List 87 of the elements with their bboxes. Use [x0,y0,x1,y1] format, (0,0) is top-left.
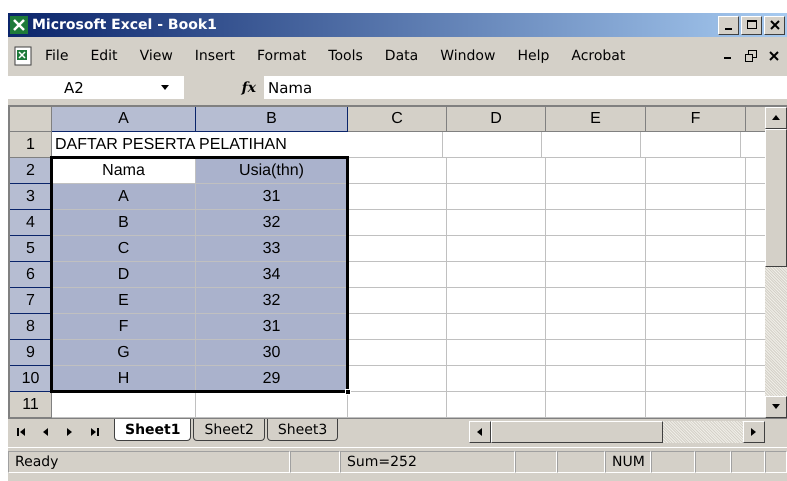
table-cell: 30 [196,340,348,366]
minimize-icon [725,28,732,30]
table-cell: C [52,236,196,262]
column-header[interactable]: C [348,107,447,132]
scroll-thumb[interactable] [491,420,663,442]
maximize-button[interactable] [741,16,762,34]
menu-item[interactable]: Help [506,48,560,64]
scroll-up-button[interactable] [765,107,787,129]
num-lock-indicator: NUM [605,450,651,472]
left-arrow-icon [475,426,485,436]
table-cell: H [52,366,196,392]
row-header[interactable]: 11 [10,392,52,418]
menu-item[interactable]: Insert [184,48,246,64]
status-panel [557,450,605,472]
table-cell: Usia(thn) [196,158,348,184]
close-icon [770,20,780,30]
sheet-tab[interactable]: Sheet3 [266,419,338,441]
menu-item[interactable]: View [128,48,184,64]
function-label[interactable]: fx [242,80,256,96]
menu-item[interactable]: Edit [79,48,129,64]
status-panel [695,450,731,472]
row-header[interactable]: 10 [10,366,52,392]
column-header[interactable]: A [52,107,196,132]
close-icon[interactable] [769,51,779,61]
table-cell: 31 [196,314,348,340]
menu-item[interactable]: Window [429,48,506,64]
row-header[interactable]: 1 [10,132,52,158]
table-cell: E [52,288,196,314]
table-cell: B [52,210,196,236]
up-arrow-icon [771,113,781,123]
table-cell: D [52,262,196,288]
select-all-corner[interactable] [10,107,52,132]
left-arrow-icon [41,426,51,436]
horizontal-scrollbar[interactable] [469,420,765,442]
scroll-right-button[interactable] [743,420,765,442]
sum-display: Sum=252 [340,450,515,472]
column-header[interactable]: B [196,107,348,132]
table-cell: 32 [196,210,348,236]
menu-item[interactable]: File [34,48,80,64]
table-cell: 34 [196,262,348,288]
cell-reference: A2 [64,78,84,96]
scroll-thumb[interactable] [765,129,787,267]
column-header[interactable]: D [447,107,546,132]
dropdown-arrow-icon [160,82,170,92]
formula-field[interactable]: Nama [264,76,787,99]
menu-item[interactable]: Format [246,48,318,64]
row-header[interactable]: 5 [10,236,52,262]
window-title: Microsoft Excel - Book1 [32,17,218,33]
sheet-tab[interactable]: Sheet2 [193,419,265,441]
first-icon [17,426,27,436]
workbook-icon [12,45,34,67]
table-cell: A [52,184,196,210]
table-cell: 29 [196,366,348,392]
table-cell: Nama [52,158,196,184]
row-header[interactable]: 6 [10,262,52,288]
restore-icon[interactable] [745,50,757,62]
last-icon [89,426,99,436]
row-header[interactable]: 7 [10,288,52,314]
status-panel [290,450,340,472]
fill-handle[interactable] [345,389,351,395]
name-box[interactable]: A2 [8,76,184,99]
menu-item[interactable]: Tools [317,48,374,64]
table-cell: 33 [196,236,348,262]
status-panel [651,450,695,472]
table-cell: 32 [196,288,348,314]
vertical-scrollbar[interactable] [765,107,787,418]
row-header[interactable]: 4 [10,210,52,236]
row-header[interactable]: 2 [10,158,52,184]
row-header[interactable]: 8 [10,314,52,340]
table-cell: 31 [196,184,348,210]
table-cell: G [52,340,196,366]
table-cell: F [52,314,196,340]
column-header[interactable]: F [646,107,746,132]
scroll-left-button[interactable] [469,420,491,442]
close-button[interactable] [764,16,785,34]
row-header[interactable]: 9 [10,340,52,366]
maximize-icon [746,20,756,30]
sheet-tab[interactable]: Sheet1 [114,419,192,441]
status-text: Ready [8,450,290,472]
minimize-button[interactable] [718,16,739,34]
spreadsheet-icon [10,16,28,34]
status-panel [515,450,557,472]
menu-item[interactable]: Acrobat [560,48,636,64]
scroll-down-button[interactable] [765,396,787,418]
column-header[interactable]: E [546,107,646,132]
row-header[interactable]: 3 [10,184,52,210]
menu-item[interactable]: Data [374,48,430,64]
